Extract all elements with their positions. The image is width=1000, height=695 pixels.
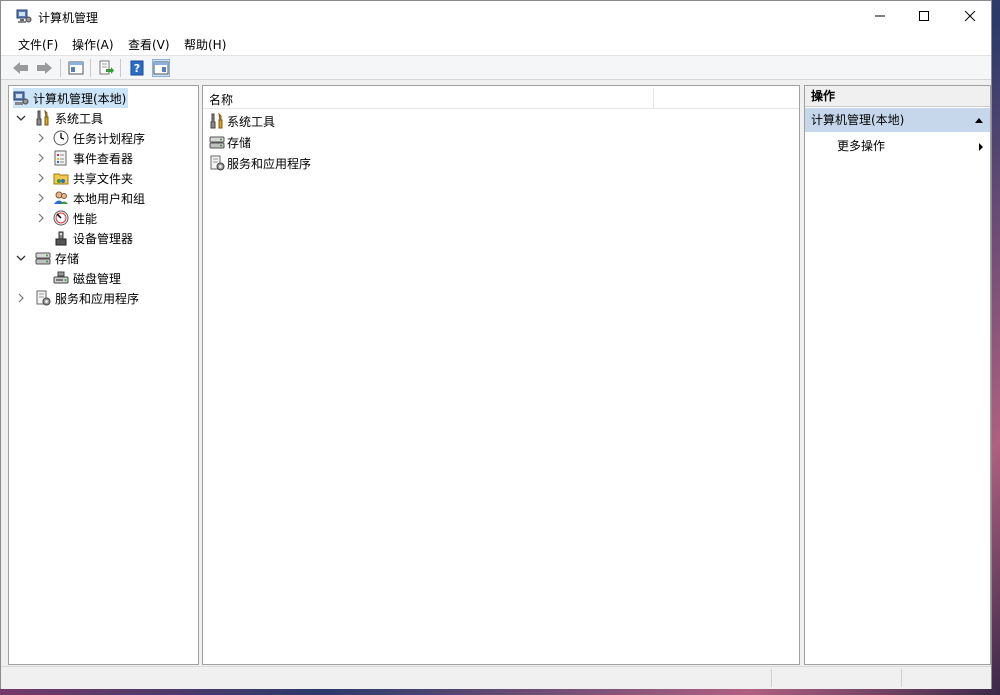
tree-label: 事件查看器 bbox=[73, 151, 134, 166]
chevron-right-icon[interactable] bbox=[35, 172, 47, 184]
chevron-right-icon[interactable] bbox=[35, 152, 47, 164]
chevron-down-icon[interactable] bbox=[15, 112, 27, 124]
tools-icon bbox=[209, 112, 225, 129]
chevron-right-icon bbox=[979, 143, 983, 151]
actions-header: 操作 bbox=[805, 86, 990, 107]
menu-action[interactable]: 操作(A) bbox=[72, 36, 114, 53]
list-item-system-tools[interactable]: 系统工具 bbox=[209, 111, 275, 131]
help-icon: ? bbox=[130, 60, 144, 76]
more-actions-item[interactable]: 更多操作 bbox=[837, 136, 990, 156]
help-button[interactable]: ? bbox=[128, 59, 146, 77]
tree-item-local-users-groups[interactable]: 本地用户和组 bbox=[35, 188, 145, 208]
chevron-right-icon[interactable] bbox=[35, 132, 47, 144]
event-viewer-icon bbox=[53, 150, 69, 166]
toolbar: ? bbox=[1, 55, 991, 80]
collapse-up-icon[interactable] bbox=[974, 116, 984, 124]
device-manager-icon bbox=[53, 230, 69, 246]
storage-icon bbox=[209, 134, 225, 150]
console-tree-pane: 计算机管理(本地) 系统工具 任务计划程序 事件查看器 共享文件夹 本地用户和组… bbox=[8, 85, 199, 665]
minimize-icon bbox=[875, 15, 885, 17]
tree-item-performance[interactable]: 性能 bbox=[35, 208, 97, 228]
actions-pane: 操作 计算机管理(本地) 更多操作 bbox=[804, 85, 991, 665]
list-header: 名称 bbox=[203, 86, 799, 109]
export-list-icon bbox=[99, 60, 114, 75]
close-icon bbox=[964, 10, 976, 22]
performance-gauge-icon bbox=[53, 210, 69, 226]
tree-label: 系统工具 bbox=[55, 111, 104, 126]
chevron-down-icon[interactable] bbox=[15, 252, 27, 264]
menu-file[interactable]: 文件(F) bbox=[18, 36, 58, 53]
tree-label: 任务计划程序 bbox=[73, 131, 146, 146]
chevron-right-icon[interactable] bbox=[15, 292, 27, 304]
show-hide-console-tree-button[interactable] bbox=[67, 59, 85, 77]
clock-icon bbox=[53, 130, 69, 146]
back-arrow-icon bbox=[13, 62, 28, 74]
column-divider[interactable] bbox=[653, 88, 654, 108]
actions-section-computer-management[interactable]: 计算机管理(本地) bbox=[805, 108, 990, 132]
status-cell bbox=[771, 669, 902, 687]
storage-icon bbox=[35, 250, 51, 266]
tree-label: 服务和应用程序 bbox=[55, 291, 140, 306]
action-pane-icon bbox=[153, 61, 169, 75]
toolbar-separator bbox=[90, 59, 91, 77]
tree-item-storage[interactable]: 存储 bbox=[15, 248, 79, 268]
list-item-label: 存储 bbox=[227, 135, 252, 150]
computer-management-icon bbox=[16, 8, 32, 24]
tools-icon bbox=[35, 109, 51, 126]
tree-item-device-manager[interactable]: 设备管理器 bbox=[53, 228, 133, 248]
services-icon bbox=[209, 155, 225, 171]
list-item-label: 服务和应用程序 bbox=[227, 156, 312, 171]
tree-label: 计算机管理(本地) bbox=[33, 91, 127, 106]
services-icon bbox=[35, 290, 51, 306]
title-bar: 计算机管理 bbox=[1, 1, 991, 31]
menu-bar: 文件(F) 操作(A) 查看(V) 帮助(H) bbox=[1, 31, 991, 55]
tree-label: 存储 bbox=[55, 251, 80, 266]
tree-label: 设备管理器 bbox=[73, 231, 134, 246]
chevron-right-icon[interactable] bbox=[35, 212, 47, 224]
results-list-pane: 名称 系统工具 存储 服务和应用程序 bbox=[202, 85, 800, 665]
status-cell bbox=[901, 669, 992, 687]
menu-help[interactable]: 帮助(H) bbox=[184, 36, 226, 53]
export-list-button[interactable] bbox=[97, 59, 115, 77]
status-bar bbox=[1, 666, 991, 689]
forward-arrow-icon bbox=[37, 62, 52, 74]
shared-folder-icon bbox=[53, 170, 69, 186]
disk-management-icon bbox=[53, 270, 69, 286]
maximize-button[interactable] bbox=[901, 1, 947, 31]
users-icon bbox=[53, 190, 69, 206]
tree-item-system-tools[interactable]: 系统工具 bbox=[15, 108, 103, 128]
more-actions-label: 更多操作 bbox=[837, 139, 886, 153]
window-title: 计算机管理 bbox=[38, 11, 99, 25]
column-header-name[interactable]: 名称 bbox=[209, 91, 233, 108]
back-button[interactable] bbox=[12, 59, 30, 77]
tree-item-event-viewer[interactable]: 事件查看器 bbox=[35, 148, 133, 168]
minimize-button[interactable] bbox=[857, 1, 903, 31]
tree-item-task-scheduler[interactable]: 任务计划程序 bbox=[35, 128, 145, 148]
console-tree-icon bbox=[68, 61, 84, 75]
tree-label: 本地用户和组 bbox=[73, 191, 146, 206]
maximize-icon bbox=[919, 11, 929, 21]
tree-item-services-applications[interactable]: 服务和应用程序 bbox=[15, 288, 139, 308]
computer-management-window: 计算机管理 文件(F) 操作(A) 查看(V) 帮助(H) ? 计算机管理(本地… bbox=[0, 0, 992, 689]
actions-section-label: 计算机管理(本地) bbox=[811, 113, 905, 127]
list-item-services-applications[interactable]: 服务和应用程序 bbox=[209, 153, 311, 173]
tree-item-computer-management-local[interactable]: 计算机管理(本地) bbox=[13, 88, 129, 108]
list-item-label: 系统工具 bbox=[227, 114, 276, 129]
svg-text:?: ? bbox=[134, 62, 140, 75]
toolbar-separator bbox=[60, 59, 61, 77]
tree-item-disk-management[interactable]: 磁盘管理 bbox=[53, 268, 121, 288]
tree-label: 磁盘管理 bbox=[73, 271, 122, 286]
show-hide-action-pane-button[interactable] bbox=[152, 59, 170, 77]
chevron-right-icon[interactable] bbox=[35, 192, 47, 204]
forward-button[interactable] bbox=[35, 59, 53, 77]
toolbar-separator bbox=[120, 59, 121, 77]
tree-label: 共享文件夹 bbox=[73, 171, 134, 186]
close-button[interactable] bbox=[947, 1, 993, 31]
menu-view[interactable]: 查看(V) bbox=[128, 36, 170, 53]
tree-label: 性能 bbox=[73, 211, 98, 226]
computer-management-icon bbox=[13, 90, 29, 106]
list-item-storage[interactable]: 存储 bbox=[209, 132, 251, 152]
tree-item-shared-folders[interactable]: 共享文件夹 bbox=[35, 168, 133, 188]
